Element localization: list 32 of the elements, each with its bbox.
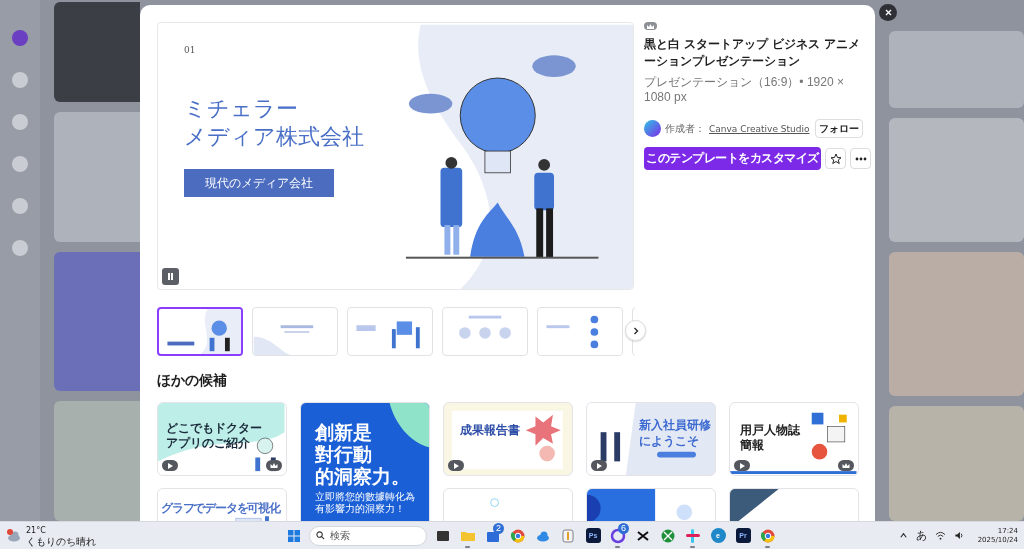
taskbar-app-button[interactable]: 6 — [607, 522, 629, 549]
slide-heading: ミチェラー メディア株式会社 — [184, 95, 365, 151]
template-title: 黒と白 スタートアップ ビジネス アニメーションプレゼンテーション — [644, 36, 861, 70]
template-heading: 用戸人物誌 簡報 — [740, 423, 800, 453]
taskbar-app-button[interactable]: 2 — [482, 522, 504, 549]
notification-badge: 2 — [493, 522, 504, 534]
template-heading: グラフでデータを可視化 — [161, 501, 280, 515]
template-card[interactable]: どこでもドクター アプリのご紹介 — [157, 402, 287, 476]
temperature: 21°C — [26, 524, 47, 536]
template-card[interactable]: 成果報告書 — [443, 402, 573, 476]
template-format: プレゼンテーション（16:9）• 1920 × 1080 px — [644, 75, 845, 105]
slide-tagline: 現代のメディア会社 — [184, 169, 334, 197]
template-heading: 新入社員研修 にようこそ — [639, 417, 711, 449]
template-heading: 成果報告書 — [460, 423, 520, 438]
template-card[interactable]: グラフでデータを可視化 — [157, 488, 287, 521]
template-card[interactable]: 創新是 對行動 的洞察力。 立即將您的數據轉化為 有影響力的洞察力！ — [300, 402, 430, 521]
template-heading: 創新是 對行動 的洞察力。 — [315, 421, 410, 487]
weather-text: くもりのち晴れ — [26, 535, 96, 547]
follow-button[interactable]: フォロー — [815, 119, 864, 138]
search-field[interactable]: 検索 — [309, 525, 427, 546]
search-placeholder: 検索 — [330, 528, 350, 543]
template-caption: 立即將您的數據轉化為 有影響力的洞察力！ — [315, 491, 415, 515]
creator-link[interactable]: Canva Creative Studio — [709, 123, 810, 134]
customize-button[interactable]: このテンプレートをカスタマイズ — [644, 147, 821, 170]
section-heading: ほかの候補 — [157, 372, 228, 390]
input-method-indicator[interactable]: あ — [915, 528, 927, 543]
template-heading: どこでもドクター アプリのご紹介 — [166, 421, 262, 451]
slide-number: 01 — [184, 45, 197, 55]
template-card[interactable]: 新入社員研修 にようこそ — [586, 402, 716, 476]
template-card[interactable]: 用戸人物誌 簡報 — [729, 402, 859, 476]
creator-label: 作成者： — [665, 121, 705, 136]
notification-badge: 6 — [618, 522, 629, 534]
